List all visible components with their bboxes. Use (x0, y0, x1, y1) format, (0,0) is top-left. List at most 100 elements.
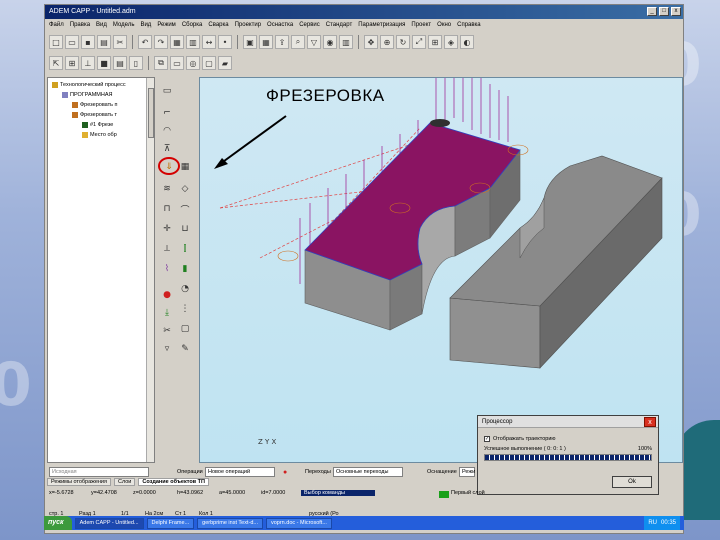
cube-tool-icon[interactable]: ◇ (177, 181, 193, 197)
box-tool-icon[interactable]: ▢ (177, 321, 193, 337)
surface-tool-icon[interactable]: ⌇ (159, 261, 175, 277)
search-icon[interactable]: ⌕ (291, 35, 305, 49)
table-icon[interactable]: ▦ (259, 35, 273, 49)
shade-icon[interactable]: ◐ (460, 35, 474, 49)
menu-view-2[interactable]: Вид (140, 22, 151, 28)
filter-icon[interactable]: ▽ (307, 35, 321, 49)
fill-icon[interactable]: ■ (97, 56, 111, 70)
print-icon[interactable]: ▤ (97, 35, 111, 49)
stop-tool-icon[interactable]: ● (159, 287, 175, 303)
menu-help[interactable]: Справка (457, 22, 481, 28)
save-icon[interactable]: ▪ (81, 35, 95, 49)
cross-tool-icon[interactable]: ✛ (159, 221, 175, 237)
source-field[interactable]: Исходная (49, 467, 149, 477)
arrow-tool-icon[interactable]: ⟂ (159, 241, 175, 257)
menu-service[interactable]: Сервис (299, 22, 320, 28)
menu-edit[interactable]: Правка (70, 22, 90, 28)
cylinder-icon[interactable]: ◎ (186, 56, 200, 70)
paste-icon[interactable]: ▭ (170, 56, 184, 70)
tab-create-objects[interactable]: Создание объектов ТП (138, 478, 209, 486)
render-icon[interactable]: ◈ (444, 35, 458, 49)
taskbar-item[interactable]: voprn.doc - Microsoft... (265, 517, 332, 529)
axes-icon[interactable]: ⊞ (428, 35, 442, 49)
page-icon[interactable]: ▯ (129, 56, 143, 70)
tab-layers[interactable]: Слои (114, 478, 136, 486)
redo-icon[interactable]: ↷ (154, 35, 168, 49)
open-folder-icon[interactable]: ▭ (65, 35, 79, 49)
plunge-tool-icon[interactable]: ⤓ (159, 305, 175, 321)
scroll-thumb[interactable] (148, 88, 154, 138)
taskbar-item[interactable]: Delphi Frame... (146, 517, 195, 529)
pan-icon[interactable]: ✥ (364, 35, 378, 49)
menu-project[interactable]: Проект (411, 22, 431, 28)
camera-icon[interactable]: ◉ (323, 35, 337, 49)
chart-tool-icon[interactable]: ◔ (177, 281, 193, 297)
check-tool-icon[interactable]: ▿ (159, 341, 175, 357)
menu-standard[interactable]: Стандарт (326, 22, 352, 28)
new-file-icon[interactable]: □ (49, 35, 63, 49)
pocket-tool-icon[interactable]: ≋ (159, 181, 175, 197)
turn-tool-icon[interactable]: ⌒ (177, 201, 193, 217)
profile-tool-icon[interactable]: ⌐ (159, 105, 175, 121)
thread-tool-icon[interactable]: ⫿ (177, 241, 193, 257)
taskbar-item[interactable]: Adem CAPP - Untitled... (74, 517, 144, 529)
menu-file[interactable]: Файл (49, 22, 64, 28)
minimize-button[interactable]: _ (647, 7, 657, 16)
surface-icon[interactable]: ▰ (218, 56, 232, 70)
maximize-button[interactable]: □ (659, 7, 669, 16)
style-icon[interactable]: ▤ (113, 56, 127, 70)
cut-tool-icon[interactable]: ✂ (159, 323, 175, 339)
menu-design[interactable]: Проектир (235, 22, 261, 28)
tree-item[interactable]: Фрезеровать п (72, 102, 118, 108)
menu-window[interactable]: Окно (437, 22, 451, 28)
menu-mode[interactable]: Режим (157, 22, 176, 28)
database-icon[interactable]: ▥ (339, 35, 353, 49)
green-tool-icon[interactable]: ▮ (177, 261, 193, 277)
taskbar-item[interactable]: gerbprime inst Text-d... (197, 517, 263, 529)
operations-select[interactable]: Новое операций (205, 467, 275, 477)
select-icon[interactable]: ⇱ (49, 56, 63, 70)
3d-viewport[interactable]: ФРЕЗЕРОВКА Z Y X (199, 77, 683, 463)
start-button[interactable]: пуск (44, 516, 72, 530)
tree-scrollbar[interactable] (146, 78, 154, 462)
dimension-icon[interactable]: ↔ (202, 35, 216, 49)
ortho-icon[interactable]: ⊥ (81, 56, 95, 70)
transitions-select[interactable]: Основные переходы (333, 467, 403, 477)
menu-welding[interactable]: Сварка (208, 22, 228, 28)
tab-display-modes[interactable]: Режимы отображения (47, 478, 111, 486)
tooling-select[interactable]: Режи (459, 467, 475, 477)
undo-icon[interactable]: ↶ (138, 35, 152, 49)
close-window-button[interactable]: x (671, 7, 681, 16)
layers-icon[interactable]: ▥ (186, 35, 200, 49)
export-icon[interactable]: ⇪ (275, 35, 289, 49)
menu-view[interactable]: Вид (96, 22, 107, 28)
checkbox-box[interactable]: ✓ (484, 436, 490, 442)
contour-tool-icon[interactable]: ⊓ (159, 201, 175, 217)
tree-item[interactable]: Фрезеровать т (72, 112, 117, 118)
tree-item[interactable]: #1 Фрезе (82, 122, 113, 128)
rectangle-tool-icon[interactable]: ▭ (159, 83, 175, 99)
drill-tool-icon[interactable]: ⊼ (159, 141, 175, 157)
box-icon[interactable]: ▢ (202, 56, 216, 70)
menu-tooling[interactable]: Оснастка (267, 22, 293, 28)
dialog-close-button[interactable]: x (644, 417, 656, 427)
rotate-icon[interactable]: ↻ (396, 35, 410, 49)
point-icon[interactable]: • (218, 35, 232, 49)
grid-snap-icon[interactable]: ⊞ (65, 56, 79, 70)
copy-icon[interactable]: ⧉ (154, 56, 168, 70)
menu-parametrization[interactable]: Параметризация (358, 22, 405, 28)
fit-icon[interactable]: ⤢ (412, 35, 426, 49)
tray-language[interactable]: RU (648, 516, 657, 530)
tree-item[interactable]: Технологический процесс (52, 82, 126, 88)
grid-icon[interactable]: ▦ (170, 35, 184, 49)
zoom-icon[interactable]: ⊕ (380, 35, 394, 49)
slot-tool-icon[interactable]: ⊔ (177, 221, 193, 237)
tree-item[interactable]: ПРОГРАММНАЯ (62, 92, 113, 98)
engrave-tool-icon[interactable]: ⋮ (177, 301, 193, 317)
pen-tool-icon[interactable]: ✎ (177, 341, 193, 357)
cut-icon[interactable]: ✂ (113, 35, 127, 49)
arc-tool-icon[interactable]: ◠ (159, 123, 175, 139)
tree-item[interactable]: Место обр (82, 132, 117, 138)
image-icon[interactable]: ▣ (243, 35, 257, 49)
menu-model[interactable]: Модель (113, 22, 135, 28)
